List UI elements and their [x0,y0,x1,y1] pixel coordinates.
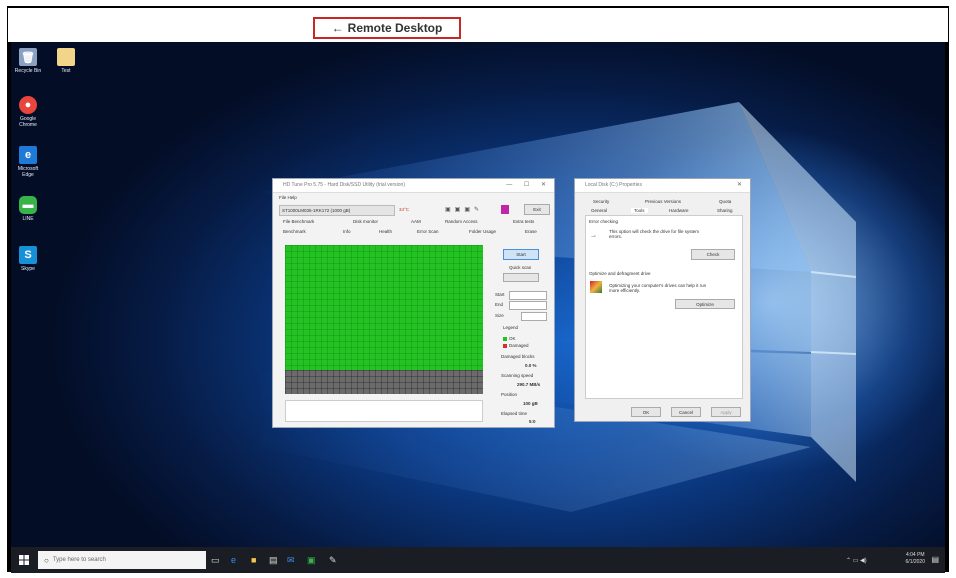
tab-disk-monitor[interactable]: Disk monitor [353,219,378,224]
error-check-icon: ⇀ [591,234,597,240]
desktop-icon-recycle-bin[interactable]: 🗑 Recycle Bin [13,48,43,74]
drive-select[interactable]: ST1000LM035-1RK172 (1000 gB) [279,205,395,216]
edge-taskbar-icon[interactable]: e [231,555,236,565]
camera-icon[interactable] [501,205,509,214]
tab-random-access[interactable]: Random Access [445,219,478,224]
tab-security[interactable]: Security [593,199,609,204]
scanning-speed-label: Scanning speed [501,373,534,378]
size-field-input[interactable] [521,312,547,321]
tab-error-scan[interactable]: Error Scan [417,229,439,234]
close-icon[interactable]: ✕ [737,179,747,192]
legend-title: Legend [503,325,519,330]
tab-benchmark[interactable]: Benchmark [283,229,306,234]
file-explorer-icon[interactable]: ■ [251,555,256,565]
options-button[interactable] [503,273,539,282]
temperature-readout: 34°C [399,207,410,212]
tab-info[interactable]: Info [343,229,351,234]
start-button[interactable]: Start [503,249,539,260]
window-controls[interactable]: — ☐ ✕ [506,179,551,192]
taskbar-clock[interactable]: 4:04 PM 6/1/2020 [906,552,925,566]
notification-icon[interactable]: ▤ [931,555,939,564]
end-field-label: End [495,302,504,307]
pin-icon[interactable]: ✎ [329,555,337,566]
end-field-input[interactable] [509,301,547,310]
back-arrow-icon: ← [331,21,344,35]
position-label: Position [501,392,518,397]
desktop-icon-skype[interactable]: S Skype [13,246,43,272]
desktop-icon-test[interactable]: Test [51,48,81,74]
remote-desktop-text: Remote Desktop [347,21,443,35]
legend-damaged-label: Damaged [509,343,529,348]
damaged-blocks-label: Damaged blocks [501,354,535,359]
tab-extra-tests[interactable]: Extra tests [513,219,534,224]
exit-button[interactable]: Exit [524,204,550,215]
hdtune-window[interactable]: HD Tune Pro 5.75 - Hard Disk/SSD Utility… [272,178,555,428]
line-icon: ▬ [19,196,37,214]
tab-hardware[interactable]: Hardware [669,208,689,213]
tab-health[interactable]: Health [379,229,392,234]
cancel-button[interactable]: Cancel [671,407,701,417]
tab-quota[interactable]: Quota [719,199,731,204]
damaged-blocks-value: 0.0 % [525,363,537,368]
windows-start-icon[interactable] [19,555,29,565]
hdtune-menu[interactable]: File Help [279,195,297,200]
disk-properties-window[interactable]: Local Disk (C:) Properties ✕ Security Pr… [574,178,751,422]
recycle-bin-icon: 🗑 [19,48,37,66]
quick-scan-checkbox[interactable]: Quick scan [509,265,531,270]
scanning-speed-value: 290.7 MB/s [517,382,541,387]
tab-aam[interactable]: AAM [411,219,421,224]
apply-button[interactable]: Apply [711,407,741,417]
taskbar: ○ Type here to search ▭ e ■ ▤ ✉ ▣ ✎ ⌃ ▭ … [11,547,945,573]
search-icon: ○ [44,555,49,565]
log-box [285,400,483,422]
elapsed-time-value: 5:0 [529,419,536,424]
skype-icon: S [19,246,37,264]
chrome-icon: ● [19,96,37,114]
desktop-icon-edge[interactable]: e Microsoft Edge [13,146,43,178]
legend-ok-swatch [503,337,507,341]
tab-tools[interactable]: Tools [631,208,648,213]
remote-desktop-label[interactable]: ← Remote Desktop [313,17,461,39]
desktop-icon-line[interactable]: ▬ LINE [13,196,43,222]
store-icon[interactable]: ▤ [269,555,278,566]
start-field-label: Start [495,292,505,297]
error-checking-heading: Error checking [589,219,619,224]
check-button[interactable]: Check [691,249,735,260]
edge-icon: e [19,146,37,164]
elapsed-time-label: Elapsed time [501,411,528,416]
tab-general[interactable]: General [591,208,607,213]
toolbar-icons[interactable]: ▣▣▣✎ [445,206,483,213]
disk-properties-titlebar[interactable]: Local Disk (C:) Properties ✕ [575,179,750,193]
optimize-text: Optimizing your computer's drives can he… [609,283,707,293]
legend-damaged-swatch [503,344,507,348]
ok-button[interactable]: OK [631,407,661,417]
scan-grid-pending-blocks [285,370,483,394]
optimize-button[interactable]: Optimize [675,299,735,309]
legend-ok-label: OK [509,336,516,341]
folder-icon [57,48,75,66]
tab-sharing[interactable]: Sharing [717,208,733,213]
tab-file-benchmark[interactable]: File Benchmark [283,219,314,224]
desktop-icon-chrome[interactable]: ● Google Chrome [13,96,43,128]
tab-erase[interactable]: Erase [525,229,537,234]
line-taskbar-icon[interactable]: ▣ [307,555,316,566]
optimize-heading: Optimize and defragment drive [589,271,651,276]
size-field-label: Size [495,313,504,318]
tab-folder-usage[interactable]: Folder Usage [469,229,496,234]
start-field-input[interactable] [509,291,547,300]
taskbar-search[interactable]: ○ Type here to search [38,551,206,569]
position-value: 100 gB [523,401,538,406]
system-tray-icons[interactable]: ⌃ ▭ ◀) [846,557,867,564]
defrag-icon [590,281,602,293]
tab-previous-versions[interactable]: Previous Versions [645,199,681,204]
error-checking-text: This option will check the drive for fil… [609,229,700,239]
search-placeholder: Type here to search [52,557,106,563]
task-view-icon[interactable]: ▭ [211,555,220,566]
desktop: 🗑 Recycle Bin Test ● Google Chrome e Mic… [11,42,945,547]
scan-grid-ok-blocks [285,245,483,370]
remote-desktop-bar [8,8,948,42]
mail-icon[interactable]: ✉ [287,555,295,566]
hdtune-titlebar[interactable]: HD Tune Pro 5.75 - Hard Disk/SSD Utility… [273,179,554,193]
